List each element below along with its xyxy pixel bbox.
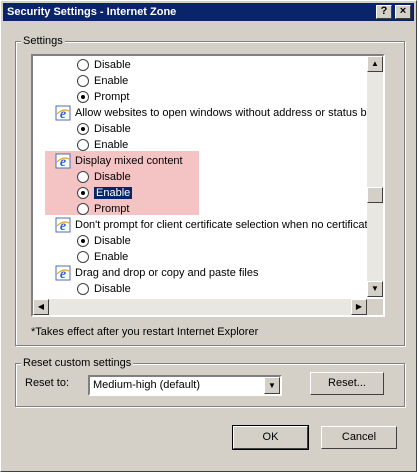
setting-heading[interactable]: Display mixed content bbox=[55, 153, 183, 169]
restart-note: *Takes effect after you restart Internet… bbox=[31, 326, 259, 338]
ie-setting-icon bbox=[55, 105, 71, 121]
scroll-thumb[interactable] bbox=[367, 187, 383, 203]
setting-option-label: Prompt bbox=[94, 91, 130, 103]
setting-option-radio[interactable]: Disable bbox=[77, 281, 131, 297]
setting-option-radio[interactable]: Disable bbox=[77, 57, 131, 73]
setting-option-label: Disable bbox=[94, 171, 131, 183]
cancel-button[interactable]: Cancel bbox=[321, 426, 397, 449]
setting-heading[interactable]: Drag and drop or copy and paste files bbox=[55, 265, 258, 281]
setting-option-label: Prompt bbox=[94, 203, 130, 215]
title-bar[interactable]: Security Settings - Internet Zone ? × bbox=[3, 3, 414, 21]
setting-heading-label: Drag and drop or copy and paste files bbox=[75, 267, 259, 279]
setting-heading[interactable]: Don't prompt for client certificate sele… bbox=[55, 217, 367, 233]
close-button[interactable]: × bbox=[395, 5, 411, 19]
security-settings-dialog: Security Settings - Internet Zone ? × Se… bbox=[0, 0, 417, 472]
radio-unchecked-icon[interactable] bbox=[77, 251, 89, 263]
settings-list[interactable]: Disable Enable Prompt Allow websites to ope… bbox=[31, 54, 385, 317]
setting-heading-label: Allow websites to open windows without a… bbox=[75, 107, 367, 119]
scroll-down-button[interactable]: ▼ bbox=[367, 281, 383, 297]
radio-unchecked-icon[interactable] bbox=[77, 75, 89, 87]
setting-option-label: Enable bbox=[94, 187, 133, 199]
radio-unchecked-icon[interactable] bbox=[77, 171, 89, 183]
setting-option-label: Disable bbox=[94, 59, 131, 71]
radio-checked-icon[interactable] bbox=[77, 187, 89, 199]
radio-unchecked-icon[interactable] bbox=[77, 283, 89, 295]
reset-group-legend: Reset custom settings bbox=[21, 357, 134, 369]
radio-unchecked-icon[interactable] bbox=[77, 203, 89, 215]
radio-checked-icon[interactable] bbox=[77, 235, 89, 247]
setting-option-label: Enable bbox=[94, 251, 129, 263]
ok-button[interactable]: OK bbox=[232, 425, 309, 450]
radio-unchecked-icon[interactable] bbox=[77, 139, 89, 151]
setting-option-label: Disable bbox=[94, 283, 131, 295]
horizontal-scrollbar[interactable]: ◀ ▶ bbox=[33, 299, 367, 315]
setting-option-radio[interactable]: Disable bbox=[77, 169, 131, 185]
setting-option-label: Enable bbox=[94, 139, 129, 151]
setting-option-radio[interactable]: Enable bbox=[77, 185, 133, 201]
setting-option-label: Enable bbox=[94, 75, 129, 87]
setting-heading[interactable]: Allow websites to open windows without a… bbox=[55, 105, 367, 121]
settings-group-legend: Settings bbox=[21, 35, 65, 47]
chevron-down-icon[interactable]: ▼ bbox=[264, 377, 280, 394]
scroll-up-button[interactable]: ▲ bbox=[367, 56, 383, 72]
ie-setting-icon bbox=[55, 265, 71, 281]
radio-checked-icon[interactable] bbox=[77, 123, 89, 135]
setting-heading-label: Display mixed content bbox=[75, 155, 183, 167]
setting-option-radio[interactable]: Prompt bbox=[77, 89, 129, 105]
setting-option-radio[interactable]: Enable bbox=[77, 73, 128, 89]
scroll-right-button[interactable]: ▶ bbox=[351, 299, 367, 315]
scrollbar-corner bbox=[367, 299, 383, 315]
ie-setting-icon bbox=[55, 217, 71, 233]
scroll-left-button[interactable]: ◀ bbox=[33, 299, 49, 315]
vertical-scrollbar[interactable]: ▲ ▼ bbox=[367, 56, 383, 297]
window-title: Security Settings - Internet Zone bbox=[7, 6, 177, 18]
setting-option-radio[interactable]: Prompt bbox=[77, 201, 129, 217]
reset-level-select[interactable]: Medium-high (default) ▼ bbox=[88, 375, 282, 396]
radio-unchecked-icon[interactable] bbox=[77, 59, 89, 71]
help-button[interactable]: ? bbox=[376, 5, 392, 19]
setting-option-label: Disable bbox=[94, 123, 131, 135]
setting-option-radio[interactable]: Disable bbox=[77, 233, 131, 249]
setting-option-radio[interactable]: Enable bbox=[77, 249, 128, 265]
ie-setting-icon bbox=[55, 153, 71, 169]
reset-button[interactable]: Reset... bbox=[310, 372, 384, 395]
setting-heading-label: Don't prompt for client certificate sele… bbox=[75, 219, 367, 231]
reset-level-value: Medium-high (default) bbox=[93, 379, 200, 391]
setting-option-label: Disable bbox=[94, 235, 131, 247]
radio-checked-icon[interactable] bbox=[77, 91, 89, 103]
setting-option-radio[interactable]: Disable bbox=[77, 121, 131, 137]
reset-to-label: Reset to: bbox=[25, 377, 70, 389]
setting-option-radio[interactable]: Enable bbox=[77, 137, 128, 153]
settings-list-viewport: Disable Enable Prompt Allow websites to ope… bbox=[33, 56, 367, 297]
